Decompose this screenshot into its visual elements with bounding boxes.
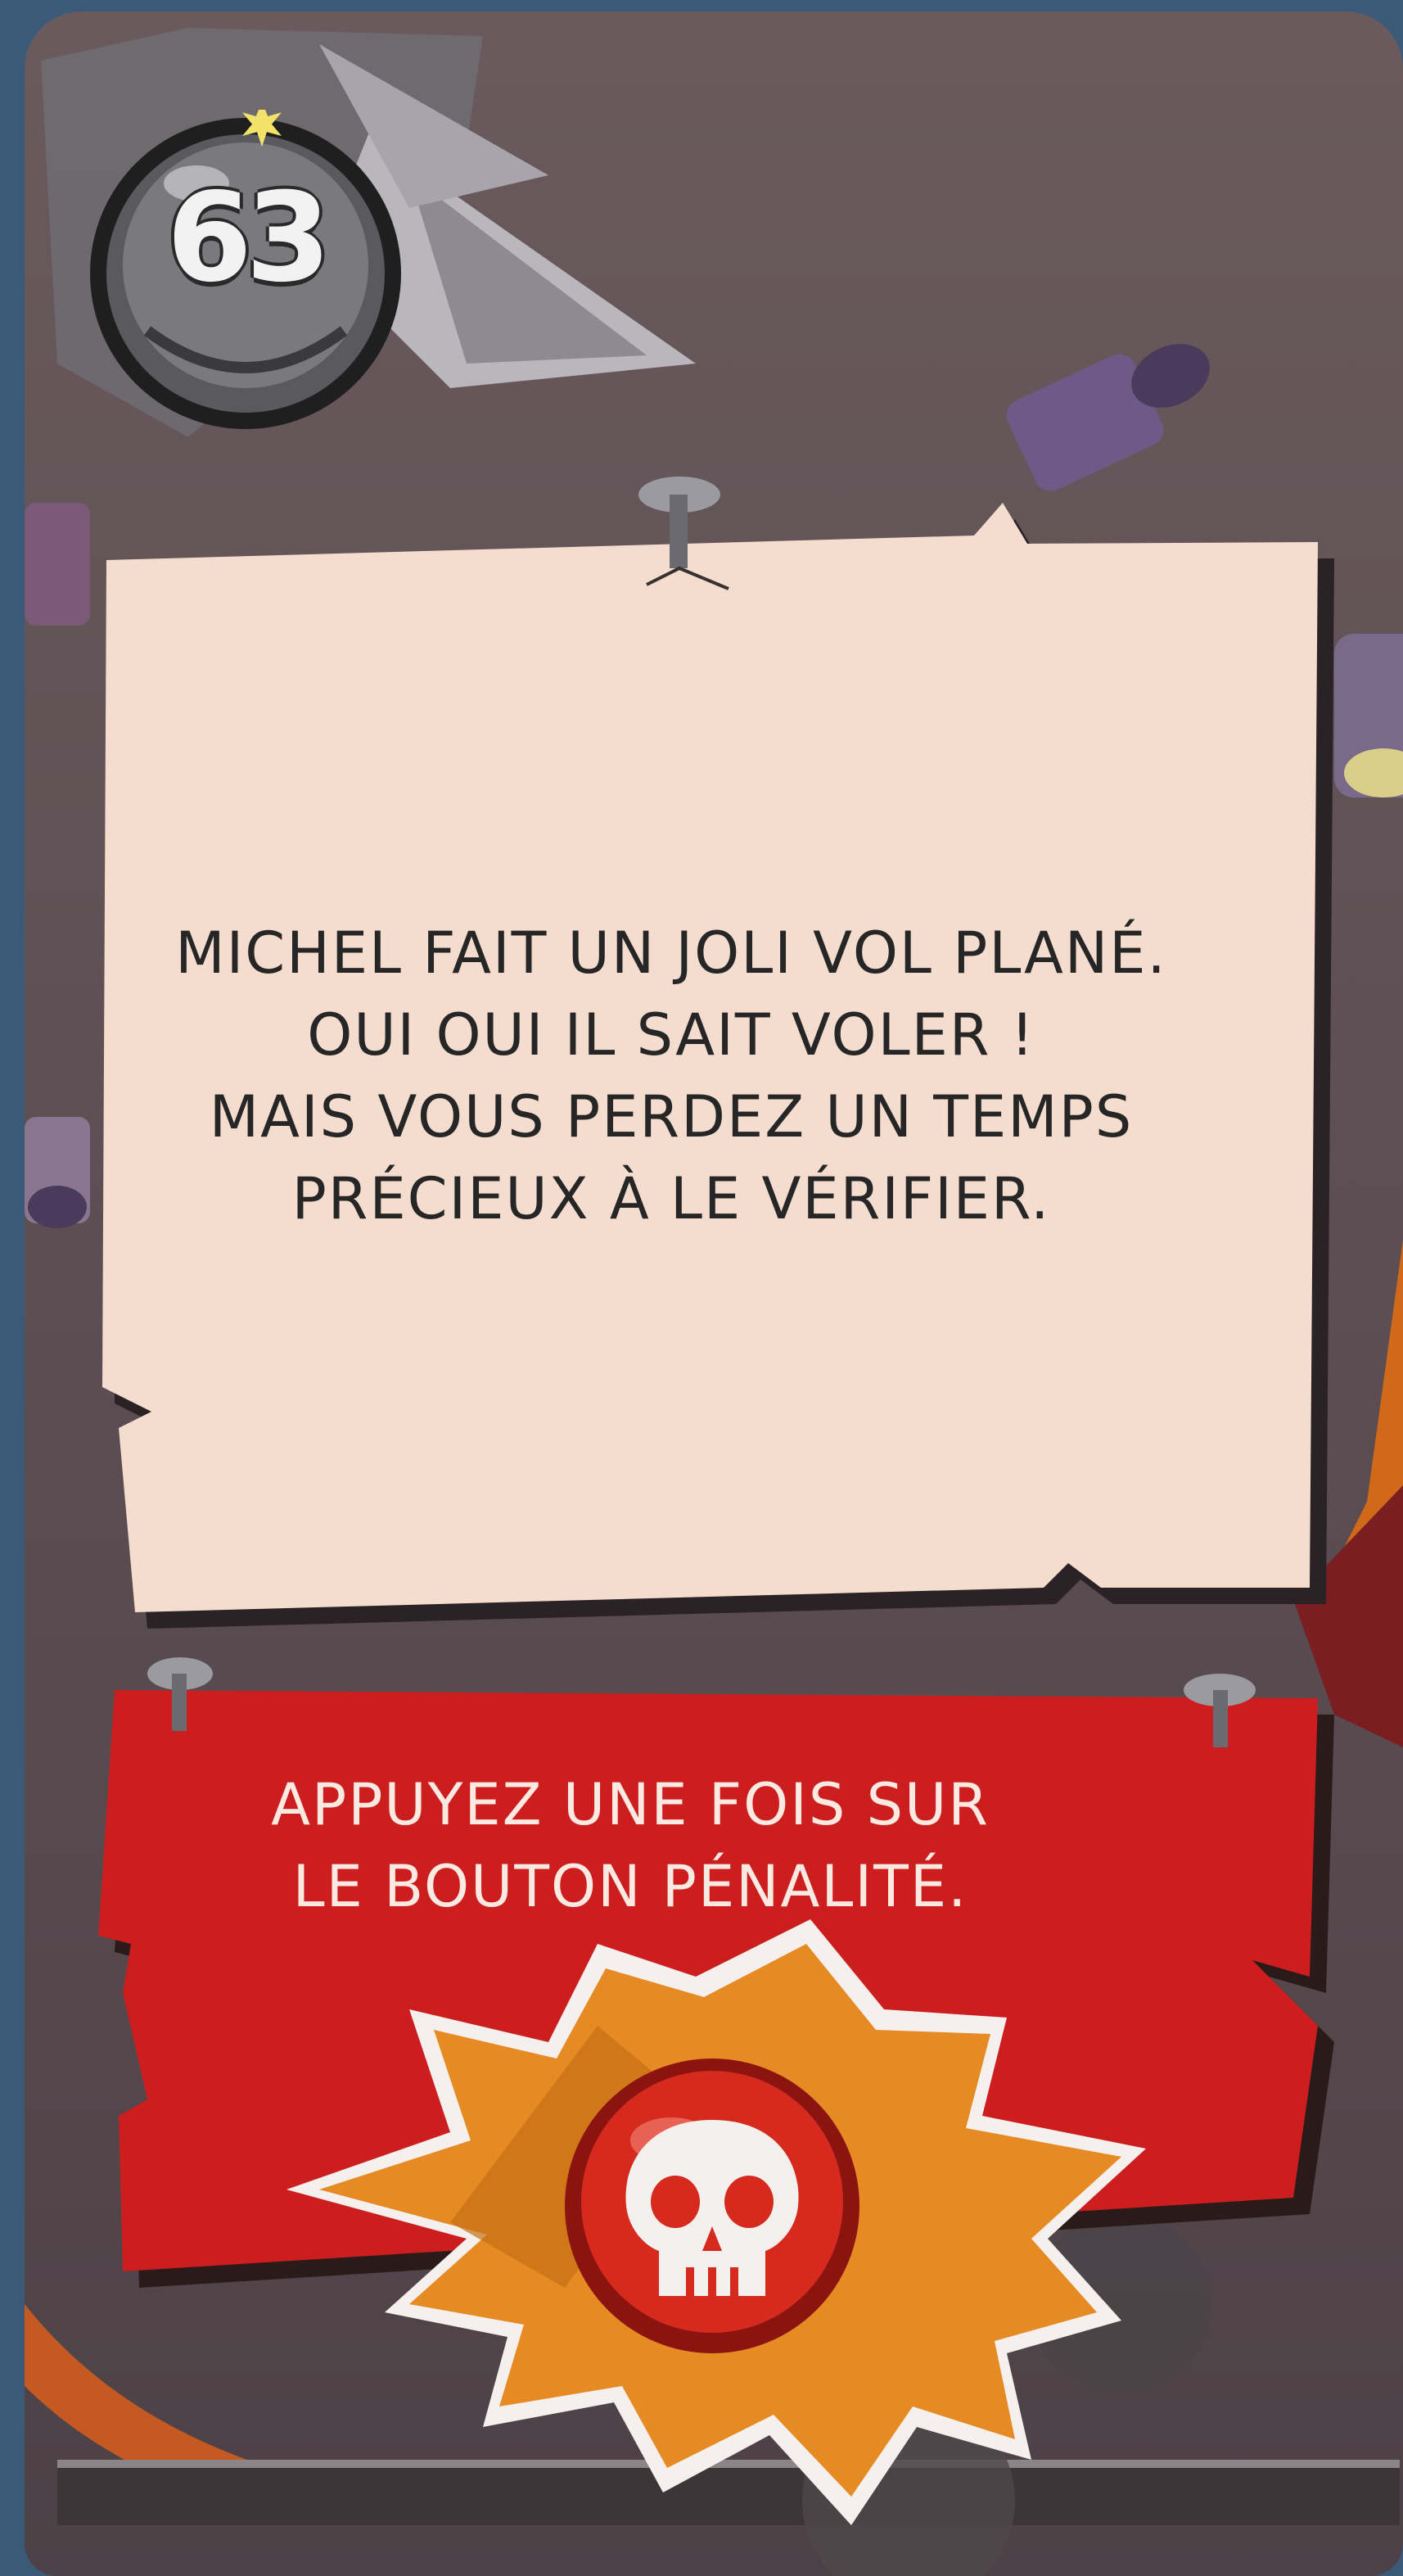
card-story-text: Michel fait un joli vol plané. Oui oui i… bbox=[131, 912, 1211, 1240]
action-line: Appuyez une fois sur bbox=[271, 1771, 990, 1838]
penalty-instruction: Appuyez une fois sur le bouton pénalité. bbox=[188, 1764, 1072, 1927]
story-line: précieux à le vérifier. bbox=[291, 1165, 1051, 1232]
card-number: 63 bbox=[166, 167, 332, 310]
story-line: Mais vous perdez un temps bbox=[209, 1083, 1134, 1150]
game-card: 63 Michel fait un joli vol plané. Oui ou… bbox=[25, 11, 1403, 2576]
action-line: le bouton pénalité. bbox=[292, 1853, 968, 1920]
story-line: Oui oui il sait voler ! bbox=[307, 1001, 1035, 1069]
skull-icon bbox=[565, 2059, 859, 2353]
story-line: Michel fait un joli vol plané. bbox=[175, 920, 1167, 987]
